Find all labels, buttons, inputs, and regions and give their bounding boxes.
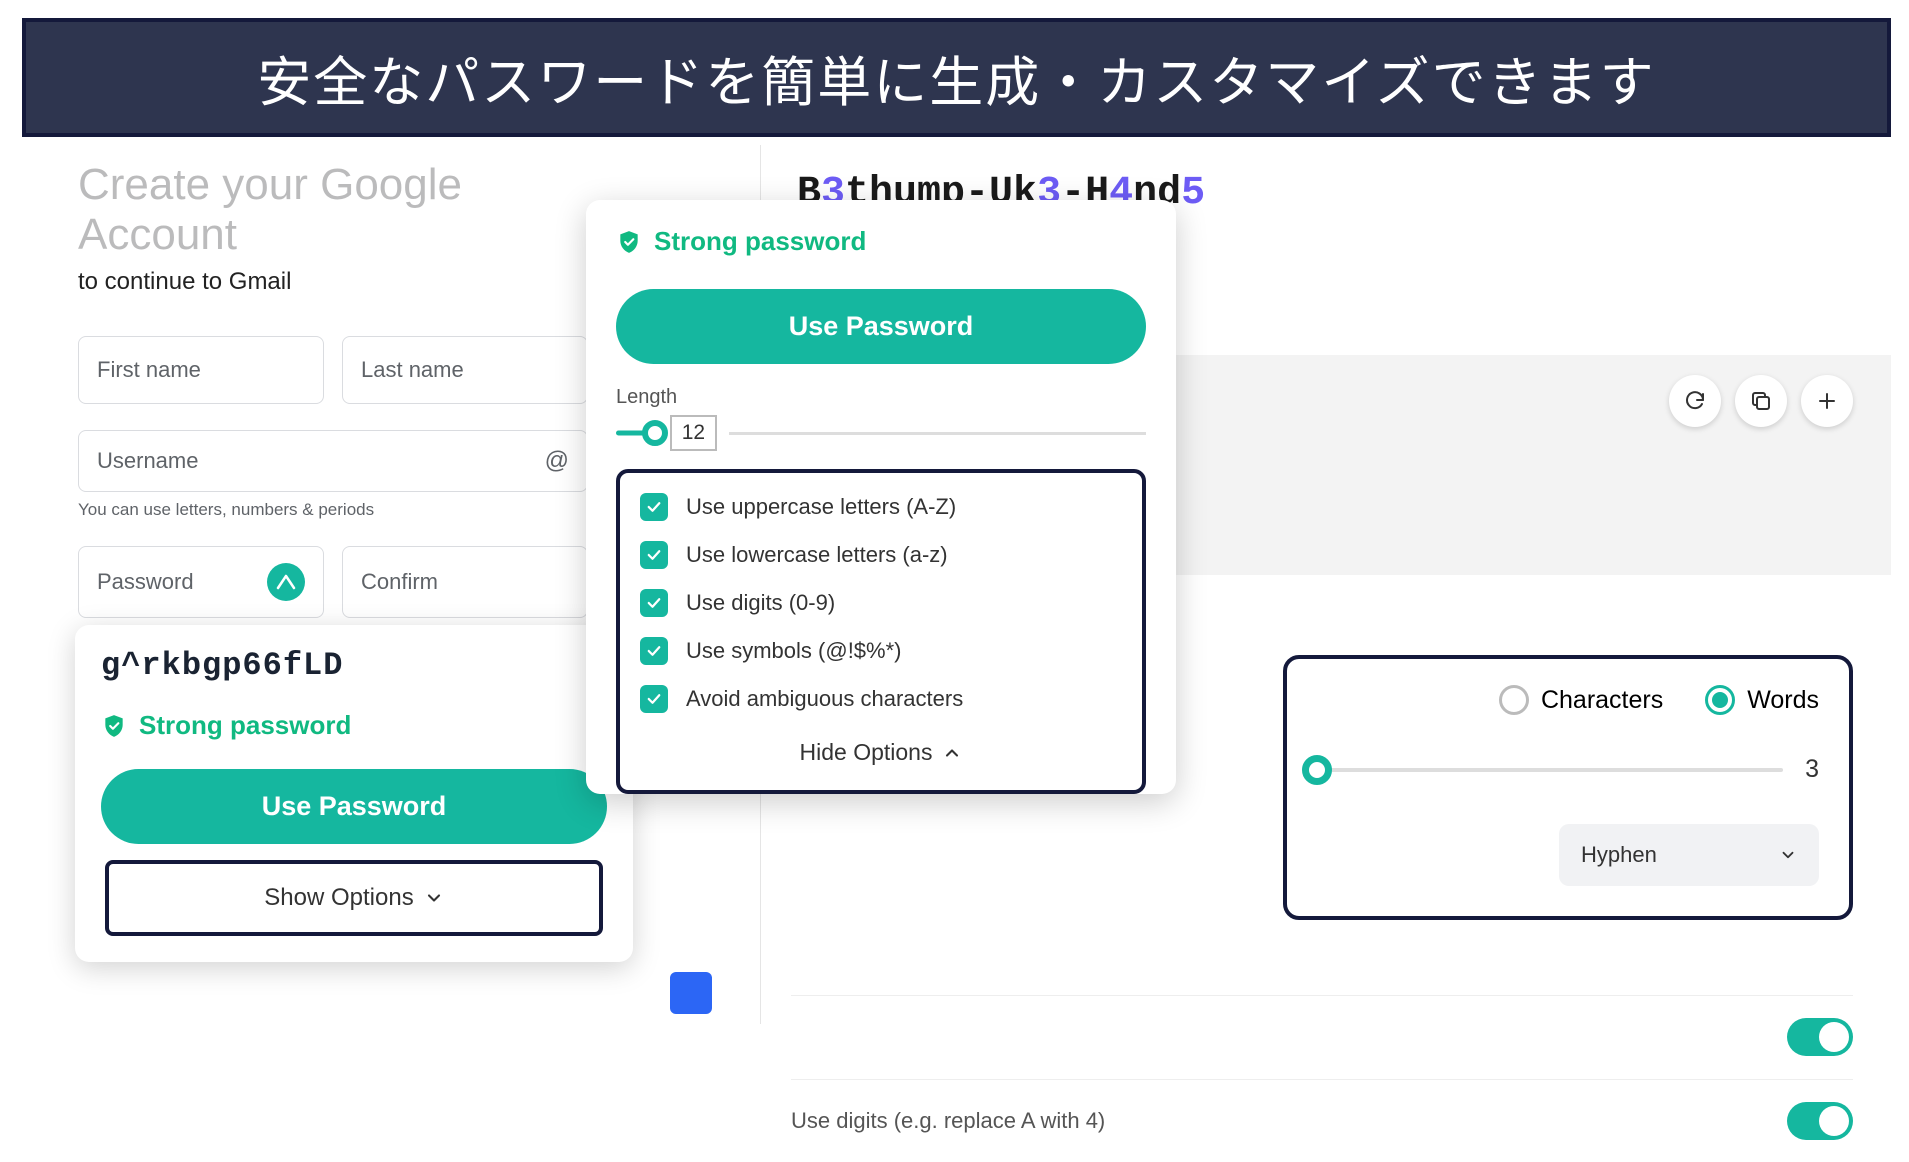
password-popup-collapsed: g^rkbgp66fLD Strong password Use Passwor… — [75, 625, 633, 962]
radio-checked-icon — [1705, 685, 1735, 715]
hide-options-button[interactable]: Hide Options — [640, 733, 1122, 772]
checkbox-checked-icon[interactable] — [640, 685, 668, 713]
show-options-label: Show Options — [264, 884, 413, 912]
word-config-box: Characters Words 3 Hyphen — [1283, 655, 1853, 920]
password-placeholder: Password — [97, 569, 253, 595]
confirm-field[interactable]: Confirm — [342, 546, 588, 618]
first-name-placeholder: First name — [97, 357, 201, 382]
hide-options-label: Hide Options — [800, 739, 933, 766]
google-signup-form: Create your Google Account to continue t… — [78, 160, 588, 618]
form-subtitle: to continue to Gmail — [78, 268, 588, 296]
radio-label: Characters — [1541, 686, 1663, 715]
separator-value: Hyphen — [1581, 842, 1657, 868]
use-password-button[interactable]: Use Password — [101, 769, 607, 844]
confirm-placeholder: Confirm — [361, 569, 569, 595]
toggle-switch[interactable] — [1787, 1102, 1853, 1140]
slider-knob[interactable] — [1302, 755, 1332, 785]
add-button[interactable] — [1801, 375, 1853, 427]
option-label: Use symbols (@!$%*) — [686, 638, 902, 664]
copy-icon — [1749, 389, 1773, 413]
checkbox-checked-icon[interactable] — [640, 589, 668, 617]
shield-check-icon — [616, 229, 642, 255]
first-name-field[interactable]: First name — [78, 336, 324, 404]
toggle-label: Use digits (e.g. replace A with 4) — [791, 1108, 1105, 1134]
chevron-up-icon — [942, 743, 962, 763]
word-count-slider[interactable]: 3 — [1317, 755, 1819, 784]
length-value-box[interactable]: 12 — [670, 415, 717, 451]
checkbox-checked-icon[interactable] — [640, 541, 668, 569]
caption-banner: 安全なパスワードを簡単に生成・カスタマイズできます — [22, 18, 1891, 137]
refresh-icon — [1683, 389, 1707, 413]
word-count-value: 3 — [1805, 755, 1819, 784]
password-digit: 5 — [1181, 171, 1205, 216]
radio-words[interactable]: Words — [1705, 685, 1819, 715]
last-name-field[interactable]: Last name — [342, 336, 588, 404]
strength-indicator: Strong password — [101, 710, 607, 741]
strength-label: Strong password — [654, 226, 866, 257]
length-label: Length — [616, 386, 1146, 409]
option-label: Use digits (0-9) — [686, 590, 835, 616]
username-hint: You can use letters, numbers & periods — [78, 500, 588, 520]
mode-radios: Characters Words — [1317, 685, 1819, 715]
chevron-down-icon — [424, 888, 444, 908]
option-label: Use uppercase letters (A-Z) — [686, 494, 956, 520]
at-symbol: @ — [545, 447, 569, 475]
length-slider-row: 12 — [616, 415, 1146, 451]
plus-icon — [1815, 389, 1839, 413]
copy-button[interactable] — [1735, 375, 1787, 427]
slider-track-rest[interactable] — [729, 432, 1146, 435]
nordpass-icon[interactable] — [267, 563, 305, 601]
option-ambiguous[interactable]: Avoid ambiguous characters — [640, 685, 1122, 713]
shield-check-icon — [101, 713, 127, 739]
radio-unchecked-icon — [1499, 685, 1529, 715]
options-box: Use uppercase letters (A-Z) Use lowercas… — [616, 469, 1146, 794]
toggle-row-capitals — [791, 995, 1853, 1078]
option-label: Avoid ambiguous characters — [686, 686, 963, 712]
toggle-row-digits: Use digits (e.g. replace A with 4) — [791, 1079, 1853, 1162]
strength-label: Strong password — [139, 710, 351, 741]
option-symbols[interactable]: Use symbols (@!$%*) — [640, 637, 1122, 665]
username-placeholder: Username — [97, 448, 545, 474]
radio-characters[interactable]: Characters — [1499, 685, 1663, 715]
last-name-placeholder: Last name — [361, 357, 464, 382]
password-popup-expanded: Strong password Use Password Length 12 U… — [586, 200, 1176, 794]
password-field[interactable]: Password — [78, 546, 324, 618]
separator-dropdown[interactable]: Hyphen — [1559, 824, 1819, 886]
show-options-button[interactable]: Show Options — [105, 860, 603, 936]
use-password-button[interactable]: Use Password — [616, 289, 1146, 364]
blue-checkbox-fragment — [670, 972, 712, 1014]
form-title: Create your Google Account — [78, 160, 588, 260]
banner-text: 安全なパスワードを簡単に生成・カスタマイズできます — [257, 53, 1655, 113]
refresh-button[interactable] — [1669, 375, 1721, 427]
checkbox-checked-icon[interactable] — [640, 493, 668, 521]
option-uppercase[interactable]: Use uppercase letters (A-Z) — [640, 493, 1122, 521]
strength-indicator: Strong password — [616, 226, 1146, 257]
checkbox-checked-icon[interactable] — [640, 637, 668, 665]
action-buttons — [1669, 375, 1853, 427]
chevron-down-icon — [1779, 846, 1797, 864]
radio-label: Words — [1747, 686, 1819, 715]
option-lowercase[interactable]: Use lowercase letters (a-z) — [640, 541, 1122, 569]
username-field[interactable]: Username @ — [78, 430, 588, 492]
option-digits[interactable]: Use digits (0-9) — [640, 589, 1122, 617]
option-label: Use lowercase letters (a-z) — [686, 542, 948, 568]
length-slider[interactable] — [616, 430, 658, 436]
generated-password-text: g^rkbgp66fLD — [101, 647, 607, 684]
